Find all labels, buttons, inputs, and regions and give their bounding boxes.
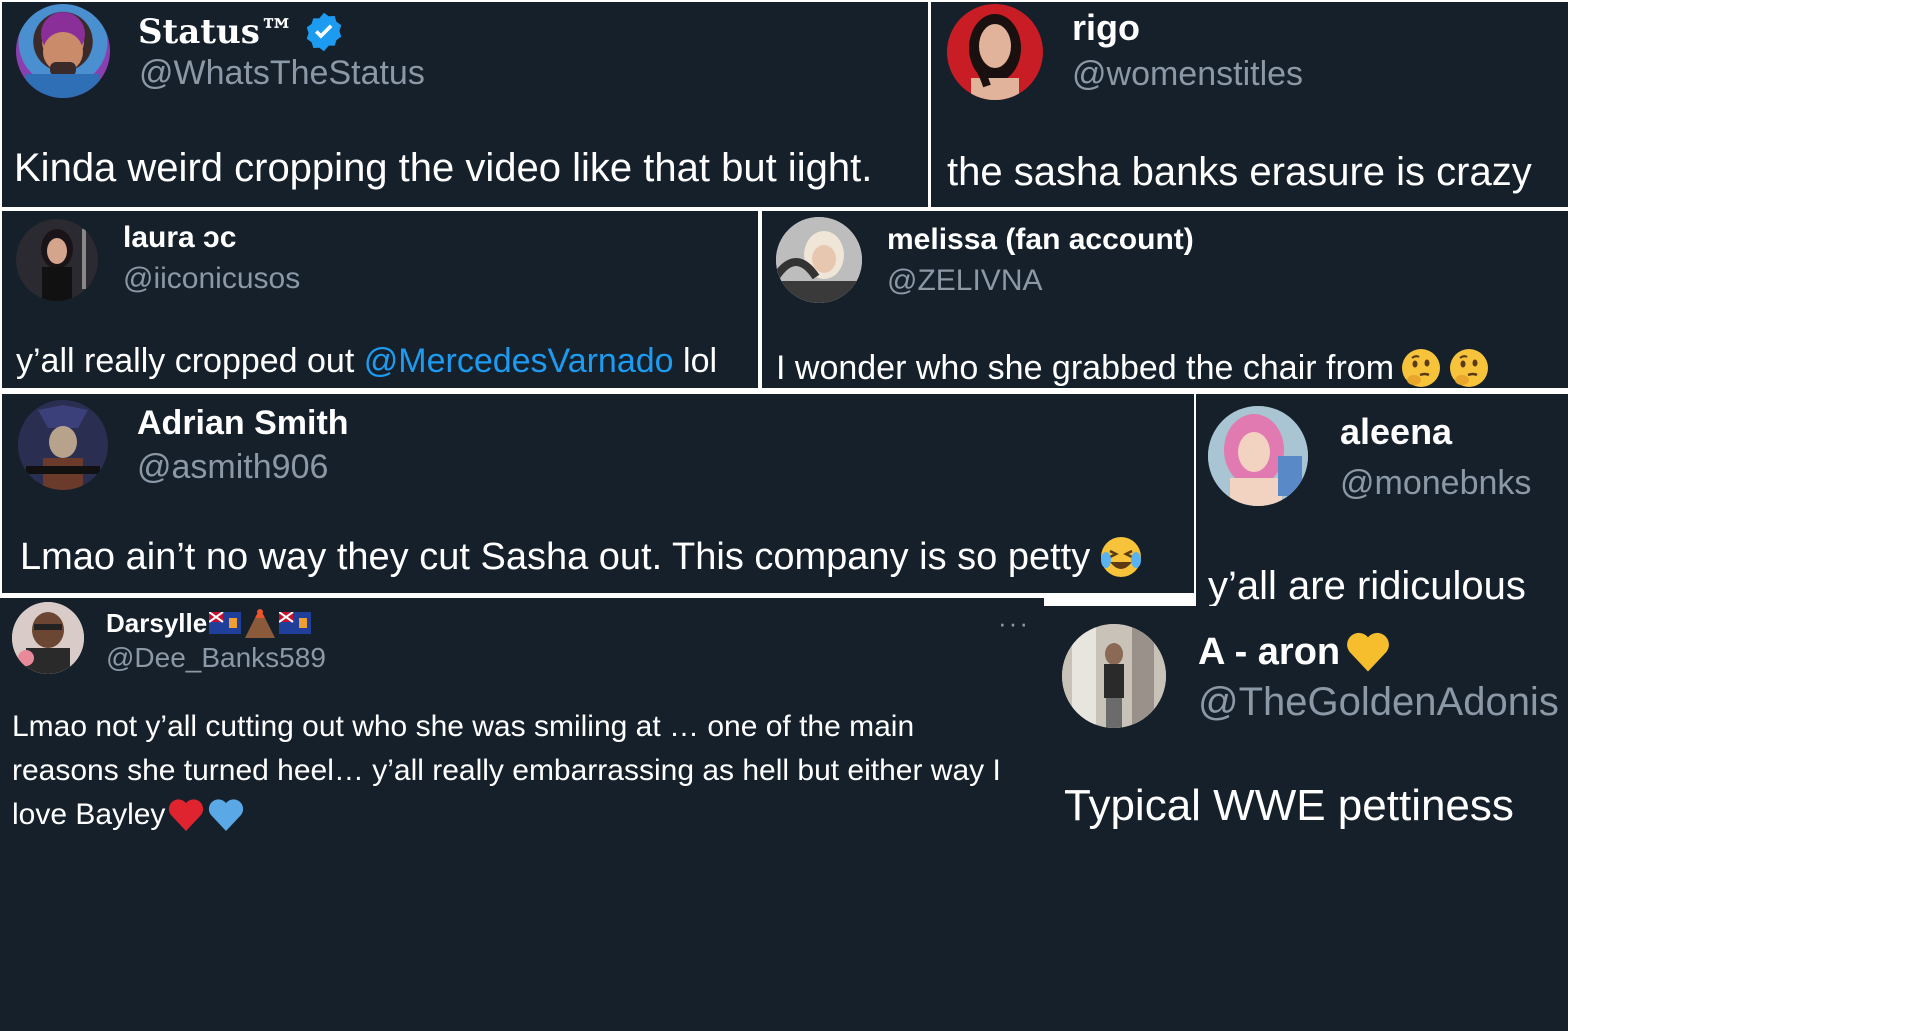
avatar[interactable] bbox=[18, 400, 108, 490]
tweet-text-line-1: Lmao not y’all cutting out who she was s… bbox=[12, 710, 915, 743]
thinking-face-icon bbox=[1450, 349, 1489, 387]
tweet-text: y’all really cropped out @MercedesVarnad… bbox=[16, 344, 717, 378]
display-name[interactable]: Darsylle bbox=[106, 608, 312, 638]
avatar[interactable] bbox=[1208, 406, 1308, 506]
crying-laughing-face-icon bbox=[1101, 537, 1142, 577]
flag-anguilla-icon bbox=[279, 612, 312, 634]
tweet-text: y’all are ridiculous bbox=[1208, 564, 1526, 606]
tweet-card-aaron[interactable]: A - aron @TheGoldenAdonis Typical WWE pe… bbox=[1044, 606, 1568, 1031]
red-heart-icon bbox=[169, 799, 204, 831]
tweet-text: Kinda weird cropping the video like that… bbox=[14, 146, 873, 190]
thinking-face-icon bbox=[1402, 349, 1441, 387]
volcano-icon bbox=[245, 609, 276, 638]
handle[interactable]: @Dee_Banks589 bbox=[106, 644, 326, 672]
tweet-card-adrian[interactable]: Adrian Smith @asmith906 Lmao ain’t no wa… bbox=[2, 394, 1194, 593]
tweet-text-line-2: reasons she turned heel… y’all really em… bbox=[12, 754, 1001, 787]
yellow-heart-icon bbox=[1347, 632, 1390, 672]
avatar[interactable] bbox=[947, 4, 1043, 100]
avatar[interactable] bbox=[776, 217, 862, 303]
mention-link[interactable]: @MercedesVarnado bbox=[364, 342, 674, 380]
more-options-icon[interactable]: ··· bbox=[998, 610, 1030, 636]
handle[interactable]: @monebnks bbox=[1340, 466, 1531, 500]
blue-heart-icon bbox=[209, 799, 244, 831]
flag-anguilla-icon bbox=[209, 612, 242, 634]
tweet-text: the sasha banks erasure is crazy bbox=[947, 150, 1532, 194]
tweet-text-line-3: love Bayley bbox=[12, 797, 245, 833]
handle[interactable]: @asmith906 bbox=[137, 450, 328, 484]
tweet-card-rigo[interactable]: rigo @womenstitles the sasha banks erasu… bbox=[931, 2, 1568, 207]
display-name[interactable]: laura ↄc bbox=[123, 223, 236, 253]
handle[interactable]: @WhatsTheStatus bbox=[139, 56, 425, 90]
display-name[interactable]: rigo bbox=[1072, 10, 1140, 46]
avatar[interactable] bbox=[16, 4, 110, 98]
tweet-text-main: I wonder who she grabbed the chair from bbox=[776, 349, 1395, 387]
display-name-text: Status™ bbox=[138, 12, 294, 52]
handle[interactable]: @ZELIVNA bbox=[887, 266, 1043, 296]
display-name-text: Darsylle bbox=[106, 608, 208, 638]
tweet-text-line-3-text: love Bayley bbox=[12, 798, 166, 831]
tweet-card-melissa[interactable]: melissa (fan account) @ZELIVNA I wonder … bbox=[762, 211, 1568, 388]
tweet-text-main: Lmao ain’t no way they cut Sasha out. Th… bbox=[20, 536, 1091, 578]
display-name[interactable]: A - aron bbox=[1198, 630, 1392, 674]
display-name-text: A - aron bbox=[1198, 631, 1341, 673]
tweet-collage: Status™ @WhatsTheStatus Kinda weird crop… bbox=[0, 0, 1920, 1031]
tweet-card-aleena[interactable]: aleena @monebnks y’all are ridiculous bbox=[1196, 394, 1568, 606]
tweet-text: Lmao ain’t no way they cut Sasha out. Th… bbox=[20, 534, 1144, 580]
tweet-card-darsylle[interactable]: Darsylle @Dee_Banks589 ··· Lmao not y’al… bbox=[0, 598, 1044, 1031]
tweet-text: I wonder who she grabbed the chair from bbox=[776, 347, 1490, 388]
tweet-text-before: y’all really cropped out bbox=[16, 342, 364, 380]
avatar[interactable] bbox=[12, 602, 84, 674]
avatar[interactable] bbox=[16, 219, 98, 301]
avatar[interactable] bbox=[1062, 624, 1166, 728]
display-name[interactable]: aleena bbox=[1340, 414, 1452, 450]
display-name[interactable]: Status™ bbox=[138, 10, 346, 54]
tweet-text-after: lol bbox=[673, 342, 718, 380]
tweet-card-laura[interactable]: laura ↄc @iiconicusos y’all really cropp… bbox=[2, 211, 758, 388]
tweet-card-status[interactable]: Status™ @WhatsTheStatus Kinda weird crop… bbox=[2, 2, 928, 207]
tweet-text: Typical WWE pettiness bbox=[1064, 781, 1514, 830]
handle[interactable]: @TheGoldenAdonis bbox=[1198, 682, 1559, 722]
display-name[interactable]: melissa (fan account) bbox=[887, 225, 1194, 255]
handle[interactable]: @iiconicusos bbox=[123, 264, 300, 294]
display-name[interactable]: Adrian Smith bbox=[137, 406, 349, 440]
verified-badge-icon bbox=[306, 12, 342, 52]
handle[interactable]: @womenstitles bbox=[1072, 57, 1303, 91]
